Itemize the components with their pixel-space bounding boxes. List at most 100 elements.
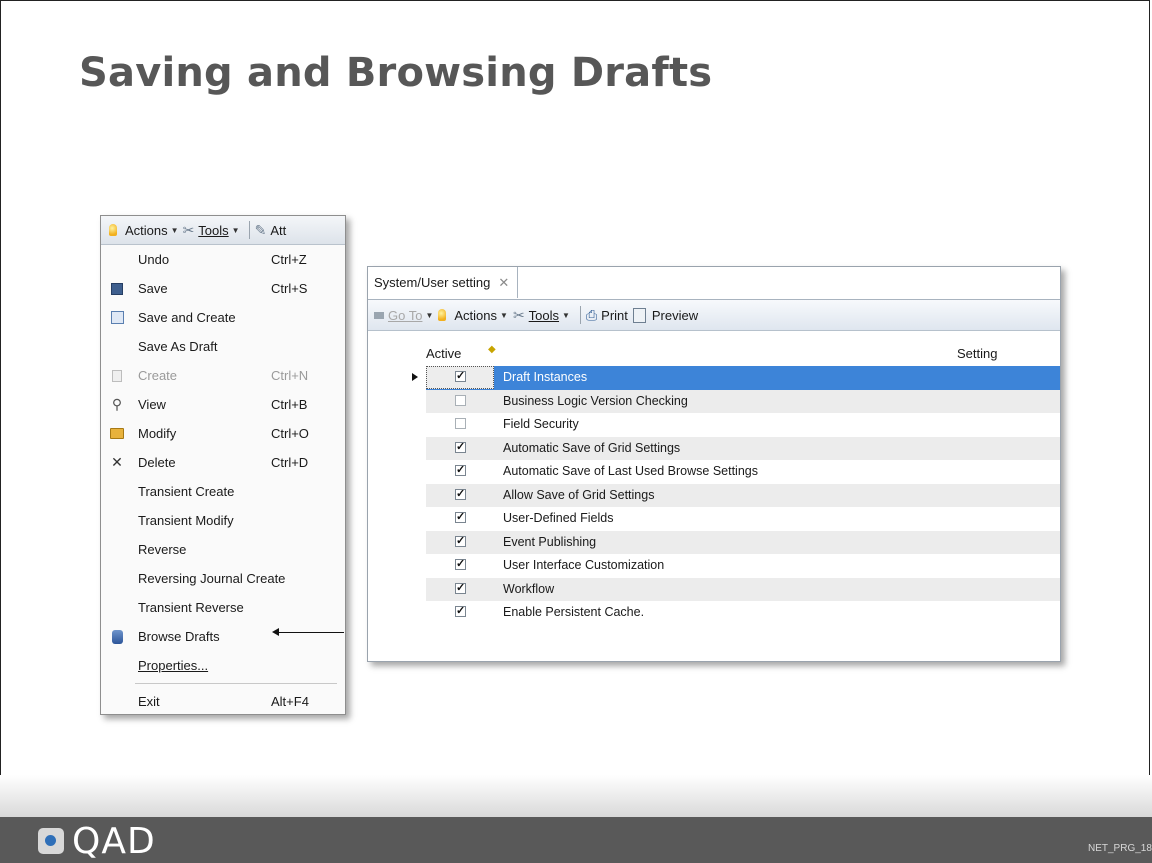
system-user-setting-window: System/User setting ✕ Go To ▼ Actions ▼ … bbox=[367, 266, 1061, 662]
menu-item-label: Save As Draft bbox=[138, 339, 218, 354]
menu-item-label: Browse Drafts bbox=[138, 629, 220, 644]
grid-header: Active ◆ Setting bbox=[368, 342, 1060, 364]
menu-item-save[interactable]: Save Ctrl+S bbox=[101, 274, 345, 303]
preview-button[interactable]: Preview bbox=[632, 307, 698, 323]
preview-icon bbox=[632, 307, 646, 323]
menu-bar: Actions ▼ ✂ Tools ▼ ✎ Att bbox=[101, 216, 345, 245]
active-checkbox[interactable]: ✓ bbox=[455, 371, 466, 382]
settings-grid: Active ◆ Setting ✓ Draft Instances Busines… bbox=[368, 331, 1060, 661]
open-folder-icon bbox=[109, 426, 125, 442]
active-checkbox[interactable]: ✓ bbox=[455, 512, 466, 523]
active-checkbox[interactable]: ✓ bbox=[455, 582, 466, 594]
menu-item-shortcut: Ctrl+Z bbox=[271, 252, 307, 267]
menu-item-browse-drafts[interactable]: Browse Drafts bbox=[101, 622, 345, 651]
table-row[interactable]: ✓ Workflow bbox=[368, 577, 1060, 601]
setting-label: Allow Save of Grid Settings bbox=[503, 487, 655, 502]
qad-logo-text: QAD bbox=[72, 821, 156, 862]
dropdown-caret-icon: ▼ bbox=[170, 225, 179, 235]
active-checkbox[interactable]: ✓ bbox=[455, 559, 466, 570]
toolbar-separator bbox=[248, 221, 250, 239]
qad-logo-icon bbox=[38, 828, 64, 854]
menu-item-view[interactable]: ⚲ View Ctrl+B bbox=[101, 390, 345, 419]
setting-label: Automatic Save of Last Used Browse Setti… bbox=[503, 464, 758, 478]
dropdown-caret-icon: ▼ bbox=[500, 310, 508, 320]
actions-menu: Actions ▼ ✂ Tools ▼ ✎ Att Undo Ctrl+Z Sa… bbox=[100, 215, 346, 715]
goto-label: Go To bbox=[388, 307, 423, 323]
paperclip-icon: ✎ bbox=[254, 221, 267, 238]
new-document-icon bbox=[109, 368, 125, 384]
menu-item-transient-reverse[interactable]: Transient Reverse bbox=[101, 593, 345, 622]
dropdown-caret-icon: ▼ bbox=[425, 310, 434, 320]
active-checkbox[interactable]: ✓ bbox=[455, 606, 466, 617]
table-row[interactable]: ✓ Event Publishing bbox=[368, 530, 1060, 554]
save-and-create-icon bbox=[109, 310, 125, 326]
tools-menu-button[interactable]: Tools ▼ bbox=[198, 223, 239, 238]
current-row-indicator-icon bbox=[412, 373, 418, 381]
menu-item-label: Save and Create bbox=[138, 310, 236, 325]
slide-code: NET_PRG_180 bbox=[1088, 843, 1152, 854]
table-row[interactable]: ✓ Enable Persistent Cache. bbox=[368, 601, 1060, 625]
menu-item-save-as-draft[interactable]: Save As Draft bbox=[101, 332, 345, 361]
active-checkbox[interactable]: ✓ bbox=[455, 488, 466, 500]
active-checkbox[interactable]: ✓ bbox=[455, 441, 466, 453]
lightbulb-icon bbox=[109, 224, 117, 236]
table-row[interactable]: ✓ Draft Instances bbox=[368, 366, 1060, 390]
column-header-active[interactable]: Active bbox=[426, 346, 461, 361]
attachments-button[interactable]: Att bbox=[270, 223, 286, 238]
tools-icon: ✂ bbox=[512, 306, 525, 323]
menu-item-save-and-create[interactable]: Save and Create bbox=[101, 303, 345, 332]
setting-label: Workflow bbox=[503, 581, 555, 596]
table-row[interactable]: ✓ Allow Save of Grid Settings bbox=[368, 483, 1060, 507]
printer-icon: ⎙ bbox=[585, 306, 598, 323]
magnifier-icon: ⚲ bbox=[111, 396, 123, 412]
menu-item-transient-create[interactable]: Transient Create bbox=[101, 477, 345, 506]
active-checkbox[interactable] bbox=[455, 418, 466, 429]
table-row[interactable]: Field Security bbox=[368, 413, 1060, 437]
setting-label: Business Logic Version Checking bbox=[503, 393, 688, 408]
active-checkbox[interactable]: ✓ bbox=[455, 465, 466, 476]
column-header-setting[interactable]: Setting bbox=[957, 346, 997, 361]
active-checkbox[interactable] bbox=[455, 394, 466, 406]
active-checkbox[interactable]: ✓ bbox=[455, 535, 466, 547]
menu-item-undo[interactable]: Undo Ctrl+Z bbox=[101, 245, 345, 274]
setting-label: Field Security bbox=[503, 417, 579, 431]
table-row[interactable]: ✓ Automatic Save of Last Used Browse Sett… bbox=[368, 460, 1060, 484]
tab-system-user-setting[interactable]: System/User setting ✕ bbox=[368, 267, 519, 298]
toolbar-separator bbox=[579, 306, 581, 324]
floppy-disk-icon bbox=[109, 281, 125, 297]
actions-label: Actions bbox=[125, 222, 168, 238]
actions-menu-button[interactable]: Actions ▼ bbox=[125, 223, 179, 238]
tools-icon: ✂ bbox=[182, 221, 195, 238]
print-button[interactable]: ⎙ Print bbox=[586, 307, 628, 324]
menu-separator bbox=[135, 683, 337, 684]
actions-menu-button[interactable]: Actions ▼ bbox=[454, 308, 508, 323]
delete-x-icon: ✕ bbox=[111, 454, 123, 470]
menu-item-shortcut: Ctrl+B bbox=[271, 397, 308, 412]
table-row[interactable]: ✓ User-Defined Fields bbox=[368, 507, 1060, 531]
table-row[interactable]: ✓ Automatic Save of Grid Settings bbox=[368, 436, 1060, 460]
setting-label: Event Publishing bbox=[503, 534, 597, 549]
setting-label: Enable Persistent Cache. bbox=[503, 605, 645, 619]
menu-item-transient-modify[interactable]: Transient Modify bbox=[101, 506, 345, 535]
menu-item-delete[interactable]: ✕ Delete Ctrl+D bbox=[101, 448, 345, 477]
menu-item-label: View bbox=[138, 397, 166, 412]
menu-item-label: Create bbox=[138, 368, 178, 383]
attach-label: Att bbox=[270, 222, 287, 238]
browse-drafts-icon bbox=[109, 629, 125, 645]
close-icon[interactable]: ✕ bbox=[498, 275, 509, 291]
callout-arrow bbox=[272, 628, 344, 636]
setting-label: User Interface Customization bbox=[503, 558, 665, 572]
dropdown-caret-icon: ▼ bbox=[231, 225, 240, 235]
menu-item-properties[interactable]: Properties... bbox=[101, 651, 345, 680]
dropdown-caret-icon: ▼ bbox=[562, 310, 570, 320]
menu-item-reversing-journal-create[interactable]: Reversing Journal Create bbox=[101, 564, 345, 593]
menu-item-label: Modify bbox=[138, 426, 177, 441]
tools-menu-button[interactable]: Tools ▼ bbox=[529, 308, 570, 323]
table-row[interactable]: ✓ User Interface Customization bbox=[368, 554, 1060, 578]
menu-list: Undo Ctrl+Z Save Ctrl+S Save and Create … bbox=[101, 245, 345, 714]
table-row[interactable]: Business Logic Version Checking bbox=[368, 389, 1060, 413]
menu-item-shortcut: Ctrl+O bbox=[271, 426, 309, 441]
menu-item-modify[interactable]: Modify Ctrl+O bbox=[101, 419, 345, 448]
menu-item-reverse[interactable]: Reverse bbox=[101, 535, 345, 564]
menu-item-exit[interactable]: Exit Alt+F4 bbox=[101, 687, 345, 714]
